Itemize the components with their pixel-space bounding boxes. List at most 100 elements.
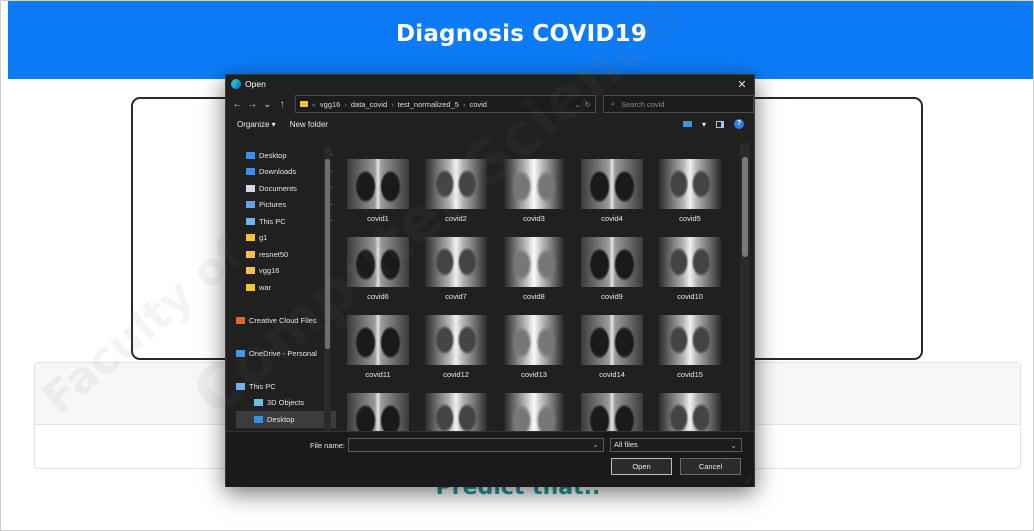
dialog-title: Open <box>245 79 266 89</box>
nav-item-12[interactable]: OneDrive - Personal <box>236 345 336 362</box>
file-name-input[interactable]: ⌄ <box>348 438 604 452</box>
chevron-down-icon[interactable]: ⌄ <box>730 440 737 452</box>
file-name-label: covid5 <box>679 214 701 223</box>
file-tile[interactable] <box>499 381 569 431</box>
xray-thumbnail <box>659 393 721 431</box>
file-tile[interactable]: covid10 <box>655 225 725 305</box>
file-tile[interactable]: covid13 <box>499 303 569 383</box>
file-type-select[interactable]: All files ⌄ <box>610 438 742 452</box>
nav-item-15[interactable]: 3D Objects <box>236 395 336 412</box>
file-tile[interactable]: covid12 <box>421 303 491 383</box>
file-name-label: covid10 <box>677 292 703 301</box>
page-title: Diagnosis COVID19 <box>395 21 648 47</box>
file-tile[interactable] <box>577 381 647 431</box>
xray-thumbnail <box>425 315 487 365</box>
resize-grip-icon[interactable]: ⋰ <box>745 477 752 485</box>
view-menu-chevron-icon[interactable]: ▾ <box>702 120 706 129</box>
xray-thumbnail <box>581 159 643 209</box>
xray-thumbnail <box>425 159 487 209</box>
file-tile[interactable] <box>655 381 725 431</box>
nav-item-4[interactable]: This PC✦ <box>236 213 336 230</box>
file-tile[interactable]: covid1 <box>343 147 413 227</box>
help-icon[interactable]: ? <box>734 119 744 129</box>
navigation-pane: Desktop✦Downloads✦Documents✦Pictures✦Thi… <box>236 147 336 431</box>
file-name-label: covid4 <box>601 214 623 223</box>
file-tile[interactable]: covid3 <box>499 147 569 227</box>
file-tile[interactable]: covid4 <box>577 147 647 227</box>
back-arrow-icon[interactable]: ← <box>232 99 243 110</box>
forward-arrow-icon[interactable]: → <box>247 99 258 110</box>
chevron-down-icon[interactable]: ⌄ <box>592 440 599 449</box>
nav-item-16[interactable]: Desktop <box>236 411 336 428</box>
nav-item-3[interactable]: Pictures✦ <box>236 197 336 214</box>
breadcrumb-covid[interactable]: covid <box>469 100 487 109</box>
xray-thumbnail <box>425 393 487 431</box>
close-icon[interactable]: ✕ <box>730 78 754 91</box>
navigation-scrollbar[interactable] <box>324 147 331 431</box>
file-tile[interactable]: covid14 <box>577 303 647 383</box>
this-pc-icon <box>236 382 245 390</box>
file-tile[interactable]: covid8 <box>499 225 569 305</box>
nav-item-6[interactable]: resnet50 <box>236 246 336 263</box>
file-tile[interactable] <box>421 381 491 431</box>
search-box[interactable]: ⌕ Search covid <box>602 95 755 113</box>
file-tile[interactable]: covid15 <box>655 303 725 383</box>
file-tile[interactable]: covid11 <box>343 303 413 383</box>
path-overflow[interactable]: « <box>312 100 316 109</box>
open-button[interactable]: Open <box>611 458 672 475</box>
breadcrumb-data-covid[interactable]: data_covid <box>351 100 387 109</box>
xray-thumbnail <box>503 393 565 431</box>
file-name-label: covid3 <box>523 214 545 223</box>
nav-item-13 <box>236 362 336 379</box>
xray-thumbnail <box>659 237 721 287</box>
file-tile[interactable]: covid9 <box>577 225 647 305</box>
preview-pane-icon[interactable] <box>716 120 724 128</box>
dialog-body: Desktop✦Downloads✦Documents✦Pictures✦Thi… <box>226 143 754 431</box>
file-tile[interactable]: covid5 <box>655 147 725 227</box>
nav-item-10[interactable]: Creative Cloud Files <box>236 312 336 329</box>
xray-thumbnail <box>659 159 721 209</box>
nav-item-5[interactable]: g1 <box>236 230 336 247</box>
file-grid: covid1 covid2 covid3 covid4 covid5 covid6 covi… <box>343 147 733 431</box>
cancel-button[interactable]: Cancel <box>680 458 741 475</box>
breadcrumb-test-normalized[interactable]: test_normalized_5 <box>398 100 459 109</box>
nav-item-label: Desktop <box>267 414 295 424</box>
nav-item-7[interactable]: vgg16 <box>236 263 336 280</box>
breadcrumb-vgg16[interactable]: vgg16 <box>320 100 340 109</box>
nav-item-label: Pictures <box>259 200 287 210</box>
nav-item-2[interactable]: Documents✦ <box>236 180 336 197</box>
refresh-icon[interactable]: ↻ <box>585 100 591 109</box>
recent-locations-chevron-icon[interactable]: ⌄ <box>262 99 273 110</box>
file-grid-scrollbar[interactable] <box>740 143 750 431</box>
pictures-icon <box>246 201 255 209</box>
nav-item-1[interactable]: Downloads✦ <box>236 164 336 181</box>
file-tile[interactable]: covid6 <box>343 225 413 305</box>
new-folder-button[interactable]: New folder <box>290 120 328 129</box>
nav-item-0[interactable]: Desktop✦ <box>236 147 336 164</box>
onedrive-icon <box>236 349 245 357</box>
address-dropdown-icon[interactable]: ⌄ <box>574 100 580 109</box>
file-tile[interactable]: covid7 <box>421 225 491 305</box>
toolbar-right: ▾ ? <box>682 119 754 129</box>
file-grid-scrollbar-thumb[interactable] <box>742 157 748 257</box>
nav-item-8[interactable]: war <box>236 279 336 296</box>
nav-item-9 <box>236 296 336 313</box>
nav-item-label: Desktop <box>259 150 287 160</box>
desktop-icon <box>246 151 255 159</box>
search-icon: ⌕ <box>610 99 616 108</box>
file-name-label: covid8 <box>523 292 545 301</box>
file-name-label: covid13 <box>521 370 547 379</box>
xray-thumbnail <box>659 315 721 365</box>
file-tile[interactable] <box>343 381 413 431</box>
file-name-label: covid7 <box>445 292 467 301</box>
folder-icon <box>299 101 308 107</box>
view-options-icon[interactable] <box>682 121 692 127</box>
file-tile[interactable]: covid2 <box>421 147 491 227</box>
up-arrow-icon[interactable]: ↑ <box>277 99 288 110</box>
address-bar[interactable]: « vgg16 › data_covid › test_normalized_5… <box>294 95 596 113</box>
folder-icon <box>246 250 255 258</box>
nav-item-14[interactable]: This PC <box>236 378 336 395</box>
organize-button[interactable]: Organize ▾ <box>237 120 276 129</box>
folder-icon <box>246 267 255 275</box>
navigation-scrollbar-thumb[interactable] <box>325 159 330 349</box>
